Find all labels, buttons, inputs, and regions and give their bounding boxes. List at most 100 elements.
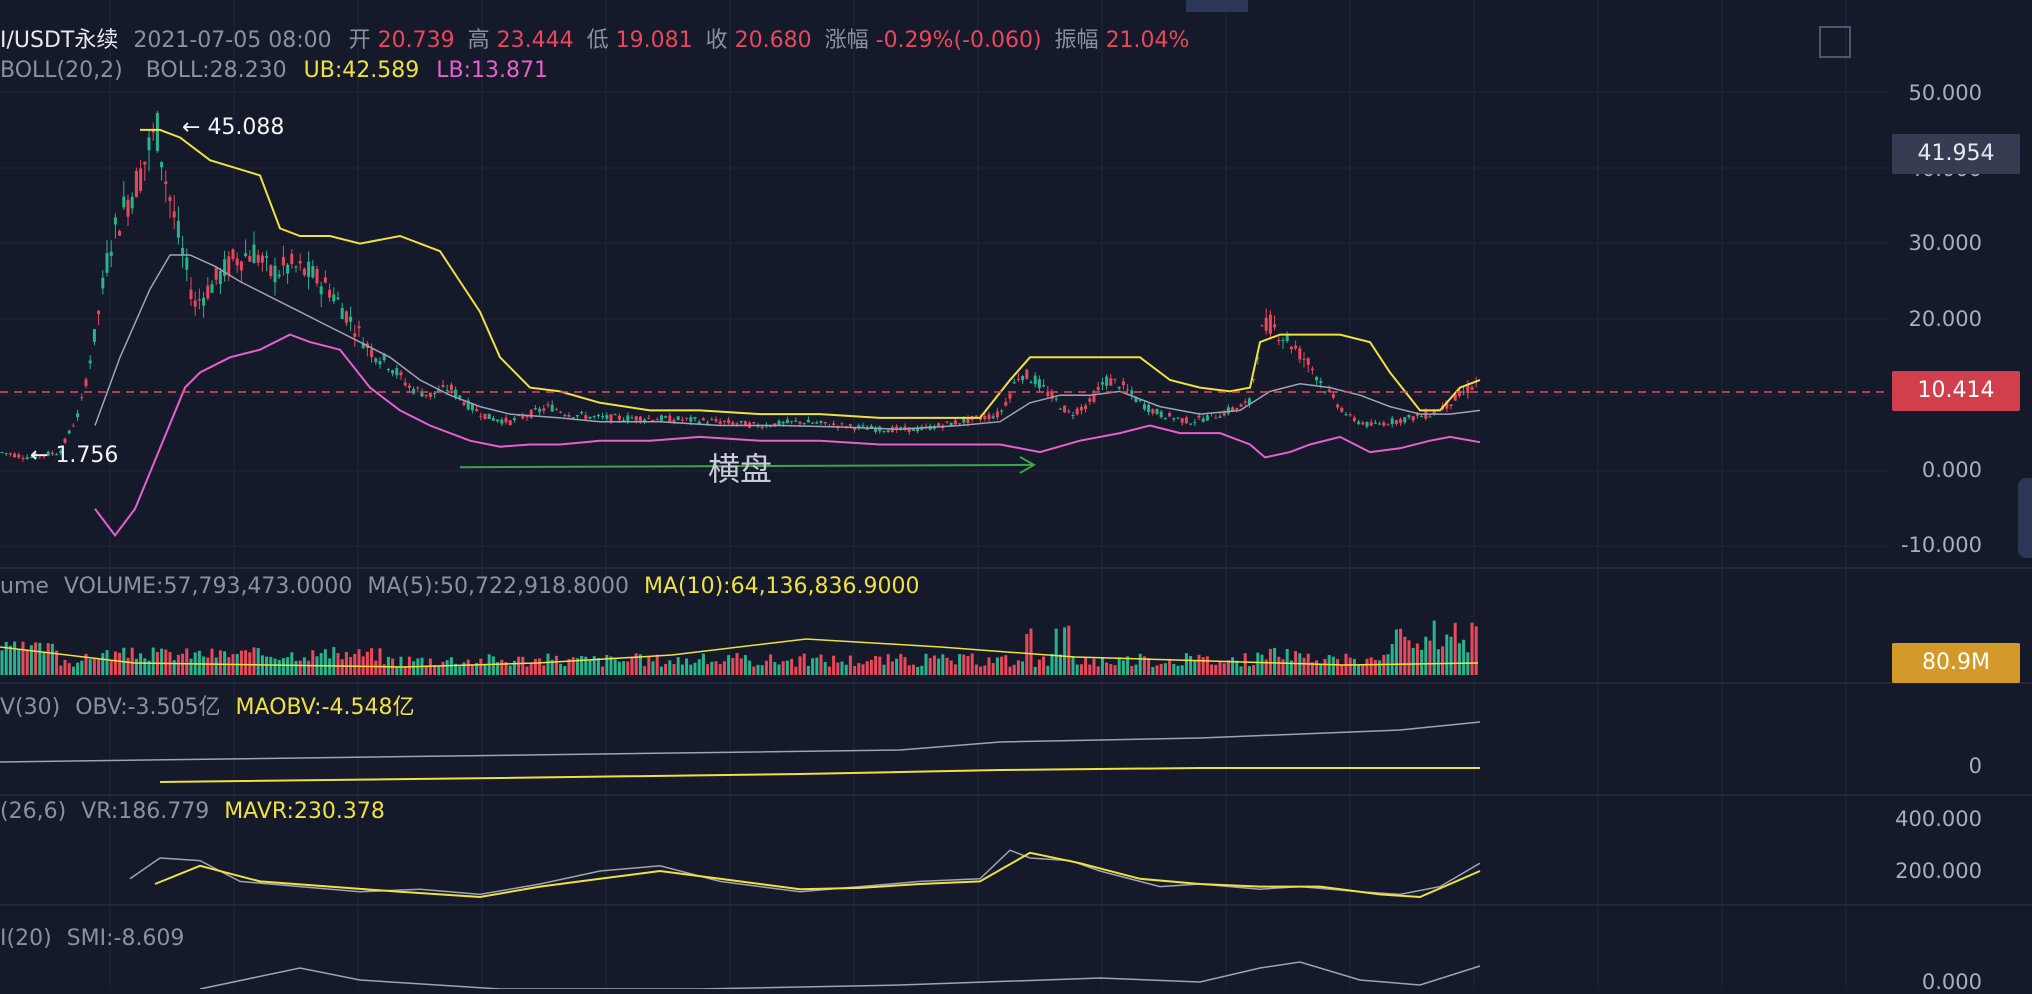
candle-body (647, 417, 651, 419)
candle-body (991, 416, 995, 419)
obv-name[interactable]: V(30) (0, 695, 60, 720)
candle-body (80, 397, 84, 399)
candle-body (1079, 406, 1083, 411)
volume-bar (1403, 636, 1407, 675)
candle-body (197, 299, 201, 301)
candle-body (1201, 418, 1205, 422)
candle-body (214, 267, 218, 280)
candle-body (378, 361, 382, 365)
volume-bar (601, 666, 605, 675)
high-annotation-value: 45.088 (207, 115, 285, 140)
volume-bar (1163, 663, 1167, 675)
obv-tick-0: 0 (1968, 754, 1982, 778)
smi-name[interactable]: I(20) (0, 926, 52, 951)
candle-body (525, 416, 529, 418)
volume-bar (483, 664, 487, 675)
candle-body (1289, 346, 1293, 350)
candle-body (1176, 417, 1180, 419)
candle-body (424, 394, 428, 397)
volume-bar (399, 656, 403, 675)
volume-bar (1264, 659, 1268, 675)
candle-body (311, 266, 315, 278)
candle-body (349, 316, 353, 322)
volume-bar (1214, 664, 1218, 675)
candle-body (8, 453, 12, 455)
volume-bar (344, 651, 348, 675)
volume-bar (718, 664, 722, 675)
volume-bar (1100, 657, 1104, 675)
candle-body (164, 181, 168, 185)
candle-body (0, 452, 4, 454)
volume-bar (844, 664, 848, 675)
volume-bar (1050, 653, 1054, 675)
maobv-value: MAOBV:-4.548亿 (235, 695, 415, 720)
volume-bar (983, 665, 987, 675)
volume-bar (714, 661, 718, 675)
candle-body (538, 408, 542, 412)
volume-bar (626, 661, 630, 675)
volume-bar (1134, 664, 1138, 675)
candle-body (1428, 416, 1432, 418)
candle-body (832, 423, 836, 425)
candle-body (592, 416, 596, 418)
kline-chart[interactable] (0, 0, 2032, 989)
candle-body (252, 244, 256, 264)
volume-ma5: MA(5):50,722,918.8000 (367, 574, 629, 599)
volume-bar (462, 662, 466, 675)
candle-body (953, 420, 957, 425)
candle-body (1168, 412, 1172, 417)
candle-body (886, 430, 890, 433)
volume-bar (17, 649, 21, 675)
volume-bar (1159, 664, 1163, 675)
symbol-name[interactable]: I/USDT永续 (0, 28, 118, 53)
candle-body (643, 419, 647, 421)
candle-body (189, 289, 193, 299)
volume-bar (92, 658, 96, 675)
candle-body (596, 414, 600, 417)
volume-bar (294, 660, 298, 675)
volume-bar (1071, 657, 1075, 675)
volume-bar (298, 660, 302, 675)
volume-bar (1025, 634, 1029, 675)
volume-bar (1247, 666, 1251, 675)
volume-bar (151, 647, 155, 675)
candle-body (202, 297, 206, 306)
volume-bar (126, 657, 130, 675)
volume-bar (559, 663, 563, 675)
candle-body (1348, 414, 1352, 416)
volume-bar (1021, 661, 1025, 675)
volume-bar (1168, 660, 1172, 675)
volume-bar (1462, 639, 1466, 675)
candle-body (563, 414, 567, 416)
boll-name[interactable]: BOLL(20,2) (0, 58, 123, 83)
side-panel-handle[interactable] (2018, 478, 2032, 558)
candle-body (1042, 384, 1046, 387)
candle-body (1113, 378, 1117, 380)
candle-body (609, 414, 613, 422)
volume-bar (1315, 660, 1319, 675)
vr-name[interactable]: (26,6) (0, 799, 66, 824)
candle-body (630, 417, 634, 419)
volume-tag: 80.9M (1892, 643, 2020, 683)
expand-icon[interactable] (1819, 26, 1851, 58)
close-label: 收 (705, 28, 728, 53)
candle-body (1214, 417, 1218, 419)
high-label: 高 (467, 28, 490, 53)
candle-body (172, 211, 176, 218)
candle-body (1126, 389, 1130, 391)
volume-bar (790, 658, 794, 675)
candle-body (710, 419, 714, 421)
candle-body (504, 417, 508, 423)
volume-bar (596, 658, 600, 675)
low-label: 低 (586, 28, 609, 53)
volume-bar (71, 666, 75, 675)
volume-bar (29, 645, 33, 675)
candle-body (1016, 378, 1020, 381)
volume-bar (630, 657, 634, 675)
candle-body (399, 372, 403, 376)
volume-bar (735, 653, 739, 675)
candle-body (680, 419, 684, 421)
volume-name[interactable]: ume (0, 574, 49, 599)
volume-bar (437, 666, 441, 675)
smi-line (199, 961, 1481, 989)
